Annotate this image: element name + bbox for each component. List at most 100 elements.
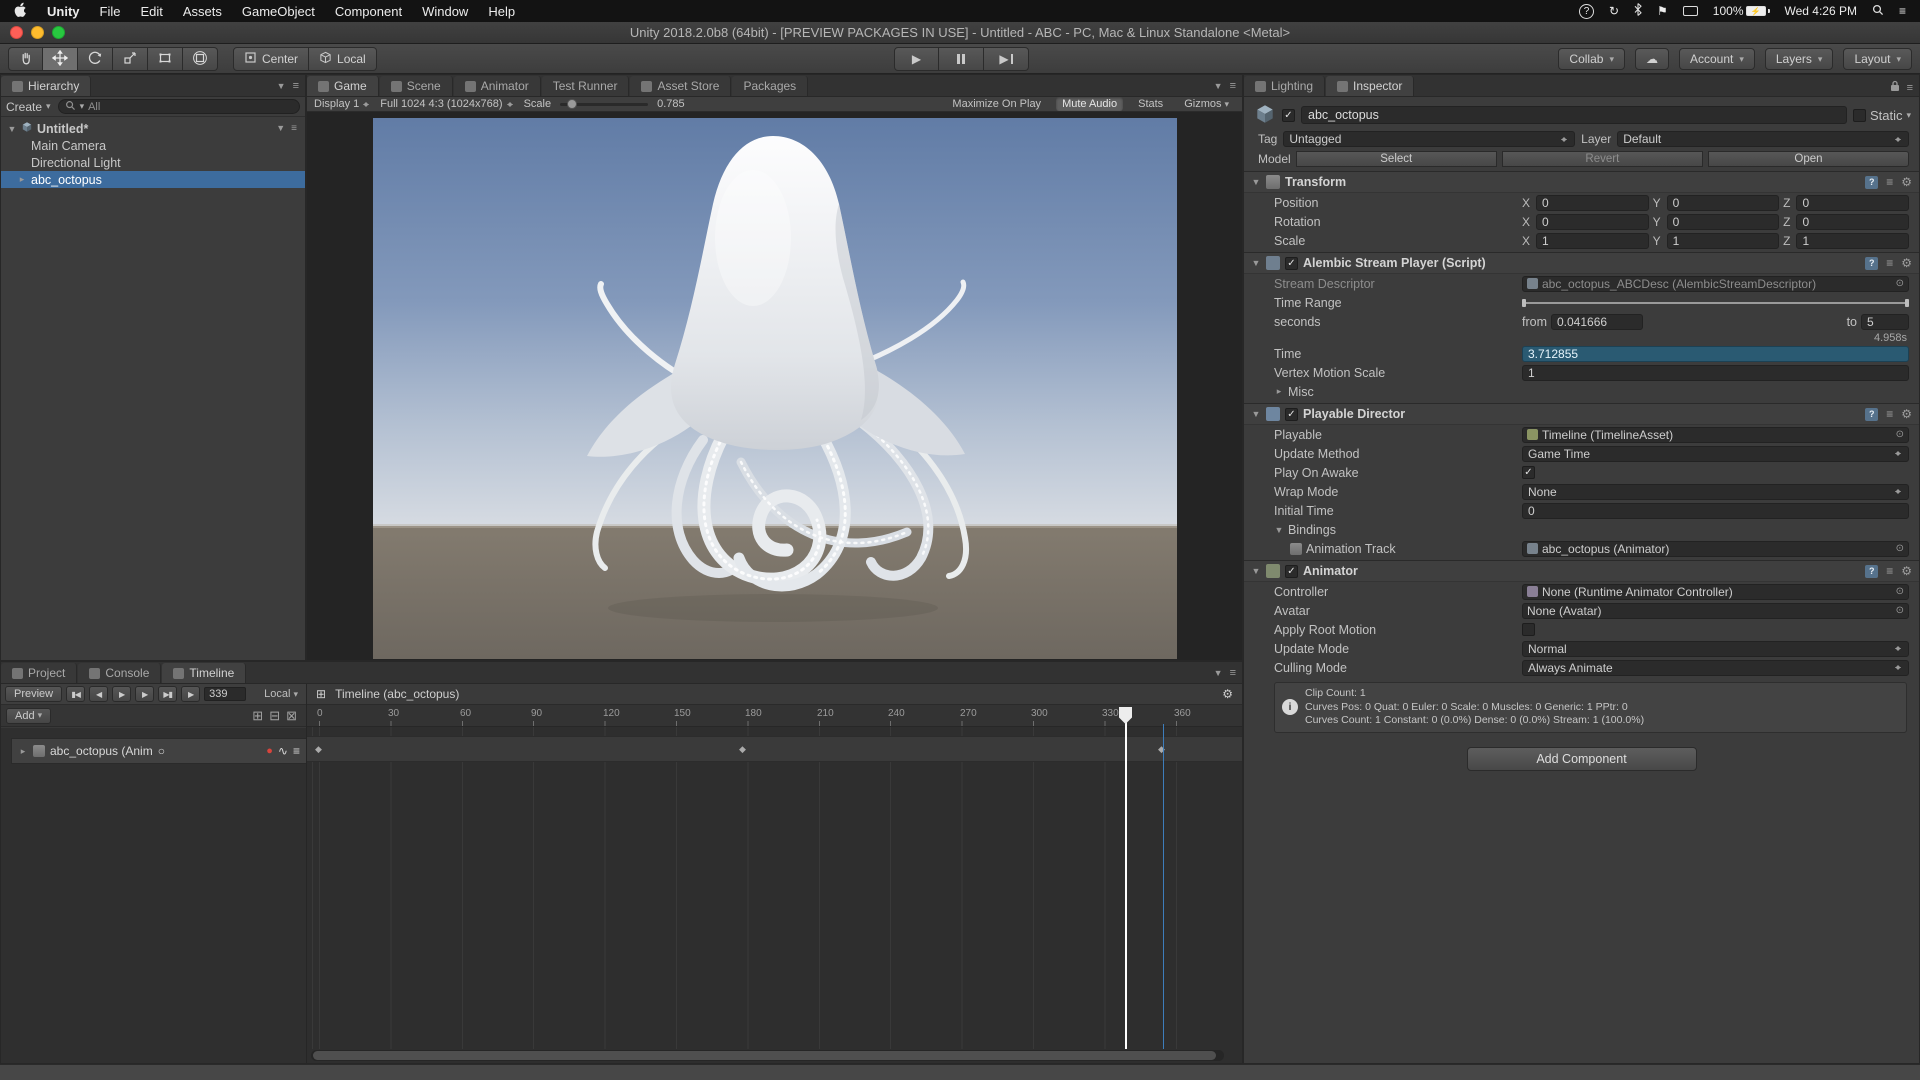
tab-lighting[interactable]: Lighting: [1244, 76, 1325, 96]
panel-menu-icon[interactable]: ≡: [1907, 82, 1913, 94]
play-on-awake-checkbox[interactable]: ✓: [1522, 466, 1535, 479]
lock-icon[interactable]: [1890, 80, 1900, 95]
timeline-breadcrumb-icon[interactable]: ⊞: [316, 687, 326, 701]
panel-menu-icon[interactable]: ≡: [1230, 667, 1236, 679]
tab-inspector[interactable]: Inspector: [1326, 76, 1414, 96]
menu-component[interactable]: Component: [335, 4, 402, 19]
pivot-local-button[interactable]: Local: [309, 47, 377, 71]
menu-unity[interactable]: Unity: [47, 4, 80, 19]
item-foldout-icon[interactable]: ▸: [17, 174, 27, 185]
animation-track-lane[interactable]: ◆ ◆ ◆: [307, 736, 1242, 762]
timeline-ruler[interactable]: 0 30 60 90 120 150 180 210 240 270 300 3…: [307, 705, 1242, 727]
static-checkbox[interactable]: [1853, 109, 1866, 122]
foldout-icon[interactable]: ▼: [1251, 177, 1261, 187]
menu-assets[interactable]: Assets: [183, 4, 222, 19]
previous-frame-button[interactable]: ◀: [89, 686, 108, 702]
scene-row[interactable]: ▼ Untitled* ▼≡: [1, 120, 305, 137]
alembic-enabled-checkbox[interactable]: ✓: [1285, 257, 1298, 270]
scrollbar-thumb[interactable]: [313, 1051, 1216, 1060]
time-range-slider[interactable]: [1522, 295, 1909, 311]
tab-animator[interactable]: Animator: [454, 76, 541, 96]
stats-toggle[interactable]: Stats: [1132, 97, 1169, 111]
animation-track-header[interactable]: ▸ abc_octopus (Anim ○ ● ∿ ≡: [11, 738, 306, 764]
model-open-button[interactable]: Open: [1708, 151, 1909, 167]
panel-menu-icon[interactable]: ≡: [1230, 80, 1236, 92]
menu-file[interactable]: File: [100, 4, 121, 19]
static-control[interactable]: Static ▾: [1853, 108, 1911, 123]
frame-field[interactable]: 339: [204, 687, 246, 701]
rotate-tool-button[interactable]: [78, 47, 113, 71]
input-source-menu-icon[interactable]: ⚑: [1657, 4, 1668, 18]
to-field[interactable]: 5: [1861, 314, 1909, 330]
help-icon[interactable]: ?: [1865, 408, 1878, 421]
tab-project[interactable]: Project: [1, 663, 77, 683]
from-field[interactable]: 0.041666: [1551, 314, 1643, 330]
pause-button[interactable]: [939, 47, 984, 71]
help-menu-icon[interactable]: ?: [1579, 4, 1594, 19]
account-dropdown[interactable]: Account▾: [1679, 48, 1755, 70]
gizmos-dropdown[interactable]: Gizmos▾: [1178, 97, 1235, 111]
object-picker-icon[interactable]: ⊙: [1896, 429, 1904, 440]
preview-toggle[interactable]: Preview: [5, 686, 62, 702]
culling-mode-dropdown[interactable]: Always Animate: [1522, 660, 1909, 676]
scale-x-field[interactable]: 1: [1536, 233, 1649, 249]
play-range-toggle[interactable]: ▶: [181, 686, 200, 702]
bluetooth-menu-icon[interactable]: [1634, 3, 1642, 19]
tab-asset-store[interactable]: Asset Store: [630, 76, 731, 96]
hierarchy-item-main-camera[interactable]: Main Camera: [1, 137, 305, 154]
foldout-icon[interactable]: ▼: [1251, 566, 1261, 576]
track-toggle-icon[interactable]: ○: [158, 744, 165, 758]
hierarchy-search-input[interactable]: ▾ All: [58, 99, 300, 114]
track-menu-icon[interactable]: ≡: [293, 744, 300, 758]
avatar-object-field[interactable]: None (Avatar)⊙: [1522, 603, 1909, 619]
presets-icon[interactable]: ≡: [1886, 564, 1893, 578]
timeline-horizontal-scrollbar[interactable]: [311, 1050, 1224, 1061]
display-menu-icon[interactable]: [1683, 6, 1698, 16]
scene-foldout-icon[interactable]: ▼: [7, 124, 17, 134]
timeline-grid[interactable]: ◆ ◆ ◆: [307, 727, 1242, 1049]
misc-foldout-icon[interactable]: ▸: [1274, 386, 1284, 397]
timeline-settings-gear-icon[interactable]: ⚙: [1222, 687, 1233, 701]
scene-menu-icon[interactable]: ≡: [291, 123, 297, 134]
keyframe-diamond-icon[interactable]: ◆: [739, 744, 746, 755]
edit-mode-mix-icon[interactable]: ⊞: [252, 708, 263, 724]
tab-scene[interactable]: Scene: [380, 76, 453, 96]
hierarchy-item-abc-octopus[interactable]: ▸ abc_octopus: [1, 171, 305, 188]
spotlight-icon[interactable]: [1872, 4, 1884, 19]
rotation-z-field[interactable]: 0: [1796, 214, 1909, 230]
keyframe-diamond-icon[interactable]: ◆: [315, 744, 322, 755]
animator-component-header[interactable]: ▼ ✓ Animator ?≡⚙: [1244, 560, 1919, 582]
minimize-window-button[interactable]: [31, 26, 44, 39]
transform-component-header[interactable]: ▼ Transform ?≡⚙: [1244, 171, 1919, 193]
move-tool-button[interactable]: [43, 47, 78, 71]
goto-end-button[interactable]: ▶▮: [158, 686, 177, 702]
edit-mode-replace-icon[interactable]: ⊠: [286, 708, 297, 724]
bindings-foldout-icon[interactable]: ▼: [1274, 525, 1284, 535]
model-select-button[interactable]: Select: [1296, 151, 1497, 167]
aspect-dropdown[interactable]: Full 1024 4:3 (1024x768): [380, 98, 514, 110]
tab-test-runner[interactable]: Test Runner: [542, 76, 630, 96]
scale-z-field[interactable]: 1: [1796, 233, 1909, 249]
tab-game[interactable]: Game: [307, 76, 379, 96]
zoom-window-button[interactable]: [52, 26, 65, 39]
static-dropdown-icon[interactable]: ▾: [1906, 110, 1911, 121]
scale-slider-knob[interactable]: [567, 99, 577, 109]
help-icon[interactable]: ?: [1865, 565, 1878, 578]
position-x-field[interactable]: 0: [1536, 195, 1649, 211]
animator-enabled-checkbox[interactable]: ✓: [1285, 565, 1298, 578]
search-filter-dropdown-icon[interactable]: ▾: [80, 101, 85, 112]
scene-options-icon[interactable]: ▼: [276, 123, 285, 134]
hand-tool-button[interactable]: [8, 47, 43, 71]
menu-gameobject[interactable]: GameObject: [242, 4, 315, 19]
play-button[interactable]: ▶: [894, 47, 939, 71]
goto-start-button[interactable]: ▮◀: [66, 686, 85, 702]
display-dropdown[interactable]: Display 1: [314, 98, 371, 110]
close-window-button[interactable]: [10, 26, 23, 39]
initial-time-field[interactable]: 0: [1522, 503, 1909, 519]
panel-menu-icon[interactable]: ≡: [293, 80, 299, 92]
step-button[interactable]: ▶: [984, 47, 1029, 71]
playable-object-field[interactable]: Timeline (TimelineAsset)⊙: [1522, 427, 1909, 443]
stream-descriptor-object-field[interactable]: abc_octopus_ABCDesc (AlembicStreamDescri…: [1522, 276, 1909, 292]
edit-mode-ripple-icon[interactable]: ⊟: [269, 708, 280, 724]
active-checkbox[interactable]: ✓: [1282, 109, 1295, 122]
